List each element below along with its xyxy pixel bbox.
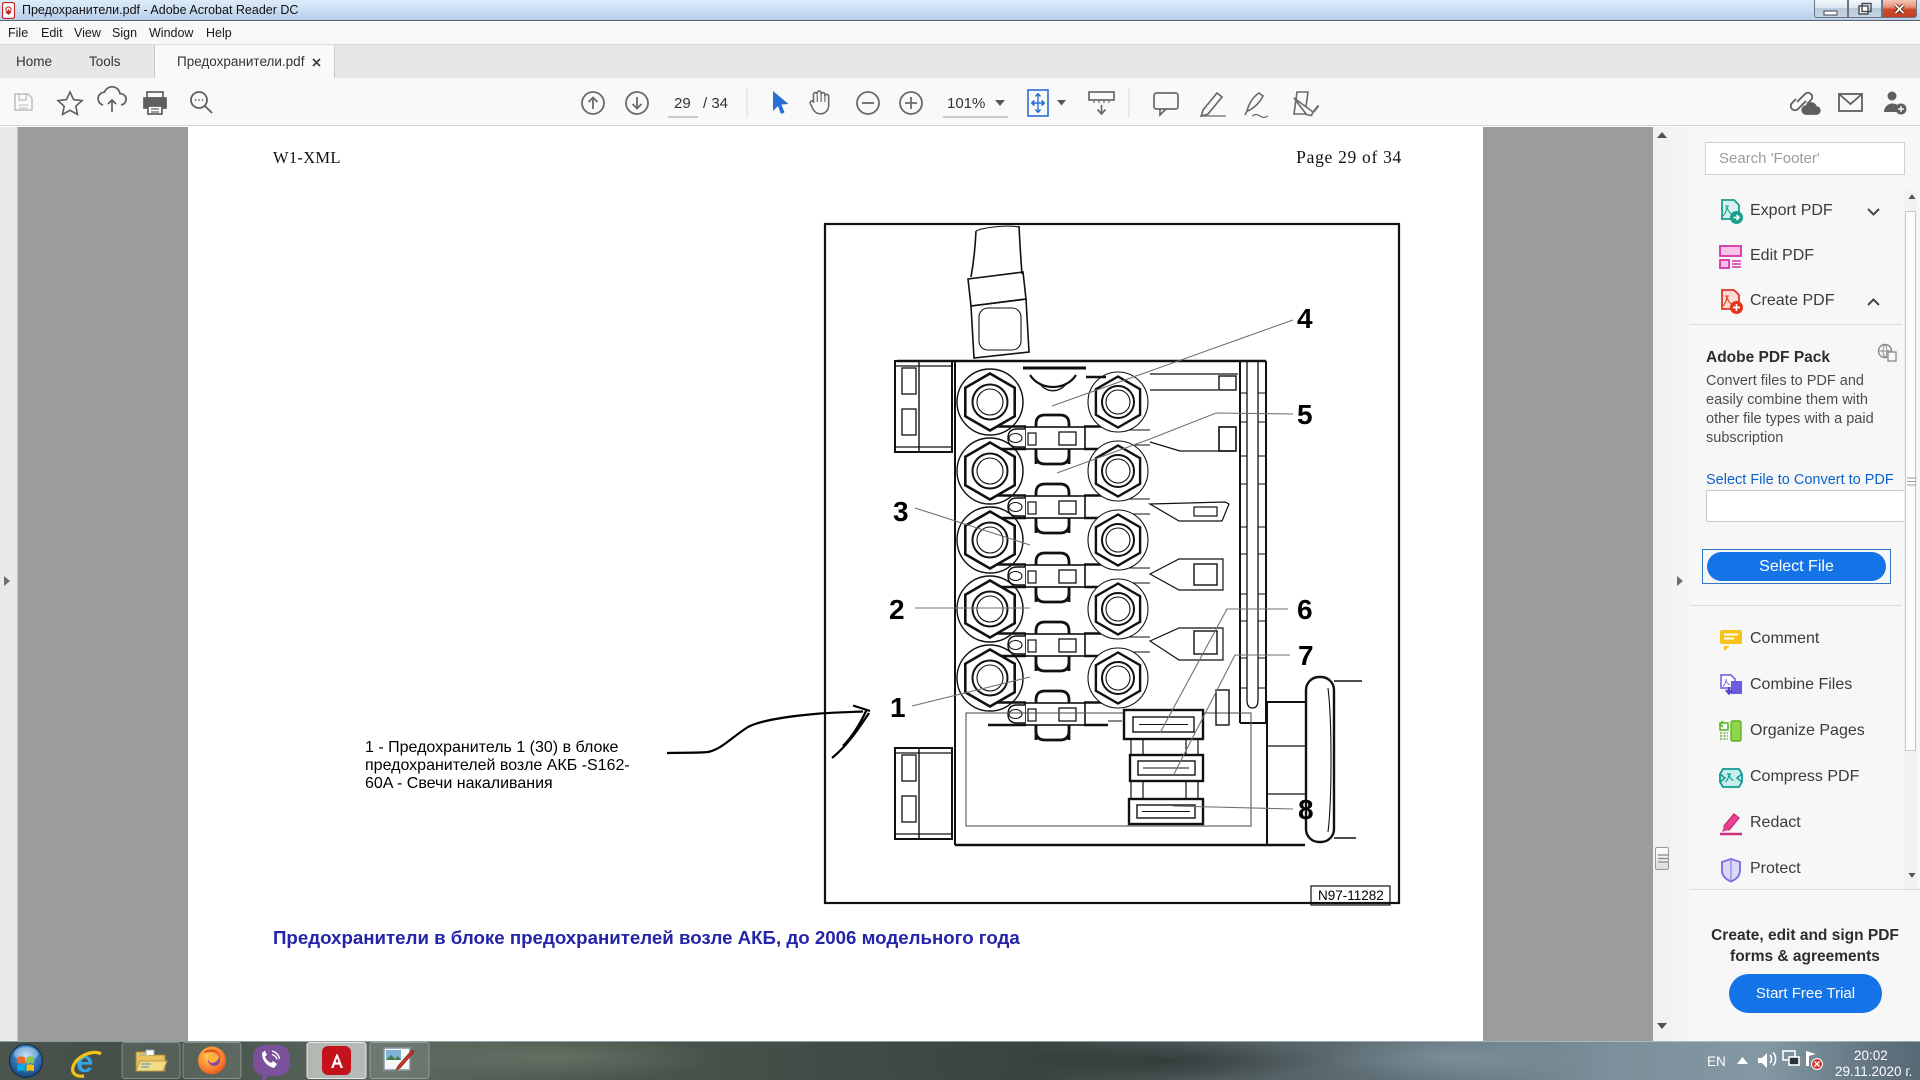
svg-text:29: 29: [674, 95, 691, 112]
svg-text:5: 5: [1297, 399, 1313, 430]
svg-text:/ 34: / 34: [703, 95, 728, 112]
svg-text:1: 1: [890, 692, 906, 723]
svg-text:N97-11282: N97-11282: [1318, 888, 1384, 903]
svg-text:29.11.2020 г.: 29.11.2020 г.: [1835, 1064, 1912, 1079]
svg-text:4: 4: [1297, 303, 1313, 334]
svg-text:EN: EN: [1707, 1054, 1726, 1069]
svg-text:7: 7: [1298, 640, 1314, 671]
svg-text:20:02: 20:02: [1854, 1048, 1888, 1063]
svg-text:101%: 101%: [947, 95, 985, 112]
svg-text:e: e: [76, 1044, 93, 1079]
svg-text:6: 6: [1297, 594, 1313, 625]
svg-text:3: 3: [893, 496, 909, 527]
svg-text:2: 2: [889, 594, 905, 625]
svg-text:8: 8: [1298, 794, 1314, 825]
